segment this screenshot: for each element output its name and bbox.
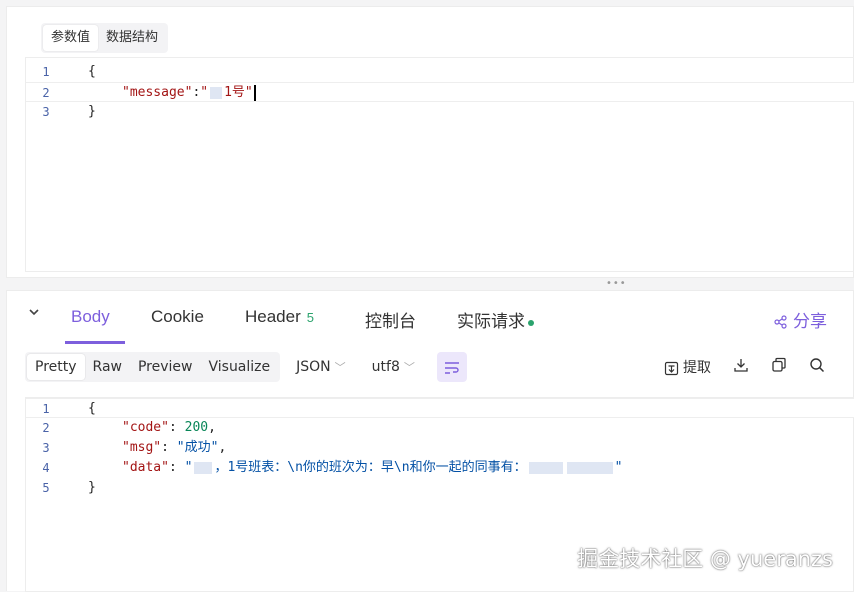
- json-key: "code": [122, 420, 169, 435]
- json-key: "msg": [122, 440, 162, 455]
- extract-icon: [664, 361, 678, 375]
- tab-param-values[interactable]: 参数值: [43, 25, 99, 51]
- json-value: "成功": [176, 440, 219, 455]
- code-line-active: 1 {: [26, 398, 854, 418]
- panel-splitter[interactable]: •••: [0, 278, 854, 290]
- line-number: 5: [42, 481, 50, 495]
- format-value: JSON: [296, 359, 331, 375]
- response-tabs: Body Cookie Header 5 控制台 实际请求 分享: [7, 291, 854, 341]
- response-tools: 提取: [664, 357, 825, 377]
- line-number: 2: [42, 86, 50, 100]
- view-mode-preview[interactable]: Preview: [130, 354, 201, 380]
- line-number: 1: [42, 402, 50, 416]
- json-comma: ,: [208, 420, 216, 435]
- code-text: "code": 200,: [122, 420, 216, 435]
- redacted-text: [194, 461, 213, 474]
- copy-icon[interactable]: [771, 357, 787, 377]
- tab-actual-request[interactable]: 实际请求: [457, 307, 534, 332]
- code-line: 2 "code": 200,: [26, 418, 854, 438]
- view-mode-pretty[interactable]: Pretty: [27, 354, 85, 380]
- json-key: "message": [122, 85, 193, 100]
- json-value-middle: ，1号班表：\n你的班次为：早\n和你一起的同事有：: [214, 460, 527, 475]
- chevron-down-icon: ﹀: [403, 361, 415, 374]
- response-panel: Body Cookie Header 5 控制台 实际请求 分享 Pretty R…: [6, 290, 854, 592]
- redacted-text: [210, 86, 223, 99]
- line-number: 1: [42, 65, 50, 79]
- share-label: 分享: [793, 312, 827, 332]
- extract-button[interactable]: 提取: [664, 357, 711, 377]
- request-body-editor[interactable]: 1 { 2 "message":" 1号" 3 }: [25, 57, 854, 272]
- response-toolbar: Pretty Raw Preview Visualize JSON ﹀ utf8 ﹀: [25, 351, 467, 383]
- format-select[interactable]: JSON ﹀: [296, 359, 346, 375]
- view-mode-group: Pretty Raw Preview Visualize: [25, 352, 281, 382]
- json-value: 200: [184, 420, 209, 435]
- redacted-text: [566, 461, 613, 474]
- word-wrap-button[interactable]: [436, 352, 467, 382]
- tab-cookie[interactable]: Cookie: [151, 307, 204, 327]
- tab-console[interactable]: 控制台: [365, 307, 416, 332]
- request-panel: 参数值 数据结构 1 { 2 "message":" 1号" 3 }: [6, 6, 854, 278]
- view-mode-raw[interactable]: Raw: [85, 354, 130, 380]
- status-dot: [528, 319, 534, 326]
- chevron-down-icon: ﹀: [334, 361, 346, 374]
- code-line: 3 "msg": "成功",: [26, 438, 854, 458]
- json-key: "data": [122, 460, 169, 475]
- code-line-active: 2 "message":" 1号": [26, 82, 854, 102]
- json-comma: ,: [218, 440, 227, 455]
- drag-handle-icon[interactable]: •••: [606, 279, 627, 289]
- code-text: {: [88, 401, 96, 416]
- tab-body[interactable]: Body: [71, 307, 110, 327]
- json-value-prefix: ": [200, 85, 209, 100]
- code-text: }: [88, 480, 96, 495]
- active-tab-indicator: [65, 341, 125, 344]
- line-number: 3: [42, 441, 50, 455]
- tab-actual-request-label: 实际请求: [457, 312, 525, 331]
- share-button[interactable]: 分享: [773, 307, 827, 332]
- json-value-suffix: 1号": [224, 85, 253, 100]
- text-cursor: [253, 84, 256, 101]
- code-line: 1 {: [26, 62, 854, 82]
- share-icon: [773, 315, 787, 329]
- extract-label: 提取: [683, 360, 711, 376]
- tab-data-structure[interactable]: 数据结构: [98, 25, 166, 51]
- encoding-value: utf8: [371, 359, 400, 375]
- code-text: "data": " ，1号班表：\n你的班次为：早\n和你一起的同事有： ": [122, 460, 623, 475]
- json-value-prefix: ": [184, 460, 193, 475]
- wrap-lines-icon: [444, 361, 459, 374]
- download-icon[interactable]: [733, 357, 749, 377]
- code-text: "message":" 1号": [122, 83, 256, 103]
- line-number: 2: [42, 421, 50, 435]
- view-mode-visualize[interactable]: Visualize: [200, 354, 278, 380]
- chevron-down-icon[interactable]: [27, 305, 41, 323]
- code-line: 4 "data": " ，1号班表：\n你的班次为：早\n和你一起的同事有： ": [26, 458, 854, 478]
- code-text: }: [88, 104, 96, 119]
- encoding-select[interactable]: utf8 ﹀: [372, 359, 415, 375]
- watermark: 掘金技术社区 @ yueranzs: [577, 547, 833, 571]
- json-value-suffix: ": [614, 460, 623, 475]
- code-line: 3 }: [26, 102, 854, 122]
- code-line: 5 }: [26, 478, 854, 498]
- tab-header-label: Header: [245, 307, 301, 326]
- line-number: 3: [42, 105, 50, 119]
- request-tabs: 参数值 数据结构: [41, 23, 169, 53]
- header-count-badge: 5: [306, 310, 314, 325]
- code-text: {: [88, 64, 96, 79]
- line-number: 4: [42, 461, 50, 475]
- redacted-text: [528, 461, 563, 474]
- code-text: "msg": "成功",: [122, 440, 227, 455]
- search-icon[interactable]: [809, 357, 825, 377]
- tab-header[interactable]: Header 5: [245, 307, 314, 327]
